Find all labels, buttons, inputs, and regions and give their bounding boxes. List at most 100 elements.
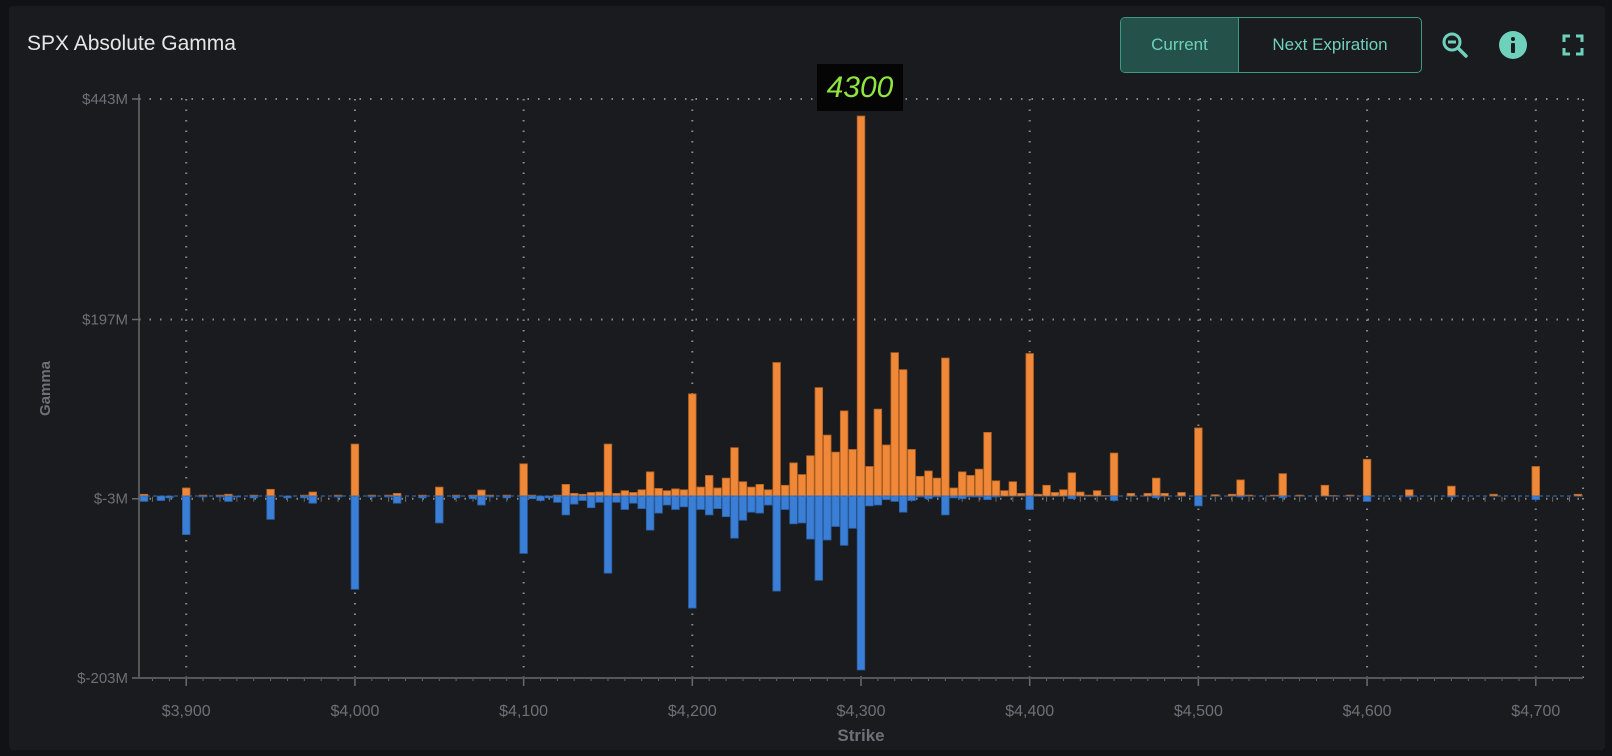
put-bar xyxy=(823,495,832,541)
call-bar xyxy=(966,475,975,497)
put-bar xyxy=(1025,495,1034,510)
call-bar xyxy=(755,484,764,497)
put-bar xyxy=(730,495,739,539)
y-tick-label: $-203M xyxy=(77,670,128,687)
call-bar xyxy=(1000,490,1009,497)
call-bar xyxy=(477,489,486,497)
put-bar xyxy=(704,495,714,516)
put-bar xyxy=(350,495,360,590)
put-bar xyxy=(671,495,680,510)
x-tick-label: $4,000 xyxy=(330,703,379,720)
put-bar xyxy=(637,495,646,510)
call-bar xyxy=(266,488,275,497)
put-bar xyxy=(645,495,655,531)
call-bar xyxy=(688,393,697,497)
call-bar xyxy=(1092,490,1102,497)
call-bar xyxy=(1405,489,1414,497)
put-bar xyxy=(721,495,731,518)
call-bar xyxy=(890,352,899,497)
call-bar xyxy=(1050,492,1060,497)
call-bar xyxy=(645,471,655,497)
call-bar xyxy=(738,481,748,497)
put-bar xyxy=(156,495,166,501)
call-bar xyxy=(924,470,933,497)
put-bar xyxy=(477,495,486,506)
call-bar xyxy=(1320,484,1330,497)
call-bar xyxy=(831,451,840,497)
call-bar xyxy=(983,432,992,497)
x-tick-label: $4,200 xyxy=(668,703,717,720)
call-bar xyxy=(915,475,925,497)
call-bar xyxy=(747,486,756,497)
put-bar xyxy=(907,495,916,501)
put-bar xyxy=(941,495,950,516)
call-bar xyxy=(654,488,663,497)
call-bar xyxy=(797,474,807,497)
put-bar xyxy=(755,495,764,514)
call-bar xyxy=(958,471,967,497)
x-axis-label: Strike xyxy=(837,726,884,745)
call-bar xyxy=(637,489,646,497)
call-bar xyxy=(662,490,672,497)
call-bar xyxy=(519,463,528,497)
put-bar xyxy=(595,495,604,503)
put-bar xyxy=(139,495,149,502)
y-axis-label: Gamma xyxy=(37,360,54,416)
peak-strike-label: 4300 xyxy=(817,64,903,111)
x-tick-label: $4,600 xyxy=(1343,703,1392,720)
call-bar xyxy=(991,480,1001,497)
put-bar xyxy=(266,495,275,520)
call-bar xyxy=(772,362,781,497)
call-bar xyxy=(873,408,883,497)
x-tick-label: $3,900 xyxy=(162,703,211,720)
put-bar xyxy=(789,495,798,525)
put-bar xyxy=(1531,495,1540,501)
put-bar xyxy=(983,495,992,501)
call-bar xyxy=(1177,492,1186,497)
put-bar xyxy=(814,495,824,581)
call-bar xyxy=(1008,481,1018,497)
put-bar xyxy=(780,495,790,510)
call-bar xyxy=(435,486,444,497)
put-bar xyxy=(898,495,908,513)
call-bar xyxy=(679,489,689,497)
put-bar xyxy=(1194,495,1203,507)
call-bar xyxy=(696,486,705,497)
call-bar xyxy=(1194,427,1203,497)
put-bar xyxy=(772,495,781,592)
put-bar xyxy=(578,495,587,501)
put-bar xyxy=(654,495,663,514)
put-bar xyxy=(806,495,815,540)
y-tick-label: $-3M xyxy=(94,491,128,508)
call-bar xyxy=(721,477,731,497)
put-bar xyxy=(848,495,857,529)
call-bar xyxy=(814,387,824,497)
call-bar xyxy=(671,488,680,497)
put-bar xyxy=(688,495,697,609)
call-bar xyxy=(704,475,714,497)
put-bar xyxy=(519,495,528,554)
put-bar xyxy=(764,495,773,506)
put-bar xyxy=(1109,495,1119,501)
put-bar xyxy=(713,495,722,510)
put-bar xyxy=(882,495,891,501)
put-bar xyxy=(797,495,807,524)
call-bar xyxy=(806,455,815,497)
call-bar xyxy=(882,444,891,497)
call-bar xyxy=(1059,489,1068,497)
put-bar xyxy=(831,495,840,527)
call-bar xyxy=(1236,479,1245,497)
call-bar xyxy=(629,492,638,497)
x-tick-label: $4,400 xyxy=(1005,703,1054,720)
put-bar xyxy=(435,495,444,524)
put-bar xyxy=(570,495,579,505)
put-bar xyxy=(873,495,883,506)
put-bar xyxy=(612,495,621,503)
put-bar xyxy=(865,495,874,507)
call-bar xyxy=(1076,491,1085,497)
call-bar xyxy=(907,449,916,497)
put-bar xyxy=(1362,495,1372,502)
call-bar xyxy=(730,447,739,497)
call-bar xyxy=(898,369,908,497)
call-bar xyxy=(848,449,857,497)
